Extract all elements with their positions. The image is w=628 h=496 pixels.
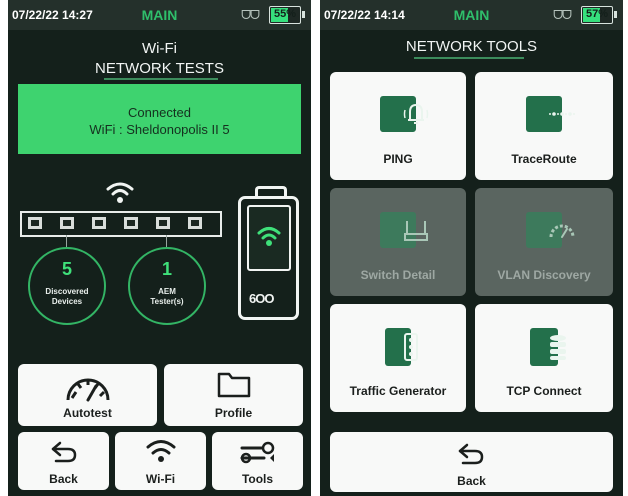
network-icon: ᗜᗜ <box>553 8 572 22</box>
network-icon: ᗜᗜ <box>241 8 260 22</box>
battery-percent: 55% <box>273 8 297 20</box>
connector-line <box>66 235 67 247</box>
autotest-button[interactable]: Autotest <box>18 364 157 426</box>
port-icon <box>188 217 202 229</box>
back-label: Back <box>49 472 78 486</box>
vlan-discovery-button[interactable]: VLAN Discovery <box>475 188 613 296</box>
wifi-signal-icon <box>106 182 134 203</box>
aem-testers-counter[interactable]: 1 AEM Tester(s) <box>128 247 206 325</box>
bell-icon <box>380 96 429 132</box>
back-arrow-icon <box>51 441 77 463</box>
status-bar: 07/22/22 14:14 MAIN ᗜᗜ 57% <box>320 0 623 30</box>
network-tools-screen: 07/22/22 14:14 MAIN ᗜᗜ 57% NETWORK TOOLS… <box>320 0 623 496</box>
wrench-icon <box>240 441 275 464</box>
wifi-label: Wi-Fi <box>145 472 176 486</box>
traceroute-label: TraceRoute <box>511 152 577 166</box>
port-icon <box>124 217 138 229</box>
back-button[interactable]: Back <box>330 432 613 492</box>
page-title: NETWORK TOOLS <box>405 38 538 55</box>
port-icon <box>156 217 170 229</box>
port-icon <box>60 217 74 229</box>
database-icon <box>530 328 566 366</box>
tools-button[interactable]: Tools <box>212 432 303 490</box>
testers-label-line2: Tester(s) <box>150 297 184 306</box>
page-title-line2: NETWORK TESTS <box>95 60 224 77</box>
discovered-devices-count: 5 <box>61 259 72 279</box>
back-button[interactable]: Back <box>18 432 109 490</box>
status-bar: 07/22/22 14:27 MAIN ᗜᗜ 55% <box>8 0 311 30</box>
folder-icon <box>217 372 251 398</box>
battery-percent: 57% <box>585 8 609 20</box>
connection-status-banner: Connected WiFi : Sheldonopolis II 5 <box>18 84 301 154</box>
mode-label: MAIN <box>141 7 178 23</box>
connection-status: Connected <box>128 105 191 120</box>
connector-line <box>166 235 167 247</box>
battery-indicator: 57% <box>581 6 617 24</box>
tester-device-icon: 6OO <box>238 186 299 320</box>
connected-network-name: WiFi : Sheldonopolis II 5 <box>89 122 230 137</box>
back-label: Back <box>457 474 486 488</box>
discovered-label-line1: Discovered <box>45 287 89 296</box>
back-arrow-icon <box>458 443 484 465</box>
ping-button[interactable]: PING <box>330 72 466 180</box>
wifi-network-tests-screen: 07/22/22 14:27 MAIN ᗜᗜ 55% Wi-Fi NETWORK… <box>8 0 311 496</box>
profile-label: Profile <box>214 406 253 420</box>
network-switch-ports <box>20 211 222 237</box>
tools-label: Tools <box>241 472 274 486</box>
trace-path-icon <box>526 96 575 132</box>
testers-label-line1: AEM <box>158 287 176 296</box>
tcp-connect-button[interactable]: TCP Connect <box>475 304 613 412</box>
title-underline <box>414 57 524 59</box>
traffic-generator-label: Traffic Generator <box>349 384 447 398</box>
aem-testers-count: 1 <box>161 259 172 279</box>
discovered-devices-counter[interactable]: 5 Discovered Devices <box>28 247 106 325</box>
discovered-label-line2: Devices <box>51 297 83 306</box>
switch-detail-button[interactable]: Switch Detail <box>330 188 466 296</box>
wifi-button[interactable]: Wi-Fi <box>115 432 206 490</box>
vlan-discovery-label: VLAN Discovery <box>497 268 591 282</box>
speedometer-icon <box>526 212 575 248</box>
autotest-label: Autotest <box>63 406 112 420</box>
port-icon <box>28 217 42 229</box>
tcp-connect-label: TCP Connect <box>506 384 582 398</box>
port-icon <box>92 217 106 229</box>
page-title-line1: Wi-Fi <box>142 40 177 57</box>
device-logo: 6OO <box>249 291 274 306</box>
switch-detail-label: Switch Detail <box>360 268 436 282</box>
traffic-light-icon <box>385 328 418 366</box>
ping-label: PING <box>383 152 413 166</box>
battery-indicator: 55% <box>269 6 305 24</box>
title-underline <box>104 78 218 80</box>
wifi-icon <box>146 440 176 462</box>
profile-button[interactable]: Profile <box>164 364 303 426</box>
switch-icon <box>380 212 428 248</box>
gauge-icon <box>66 378 110 402</box>
traceroute-button[interactable]: TraceRoute <box>475 72 613 180</box>
mode-label: MAIN <box>453 7 490 23</box>
device-wifi-icon <box>257 227 281 246</box>
traffic-generator-button[interactable]: Traffic Generator <box>330 304 466 412</box>
